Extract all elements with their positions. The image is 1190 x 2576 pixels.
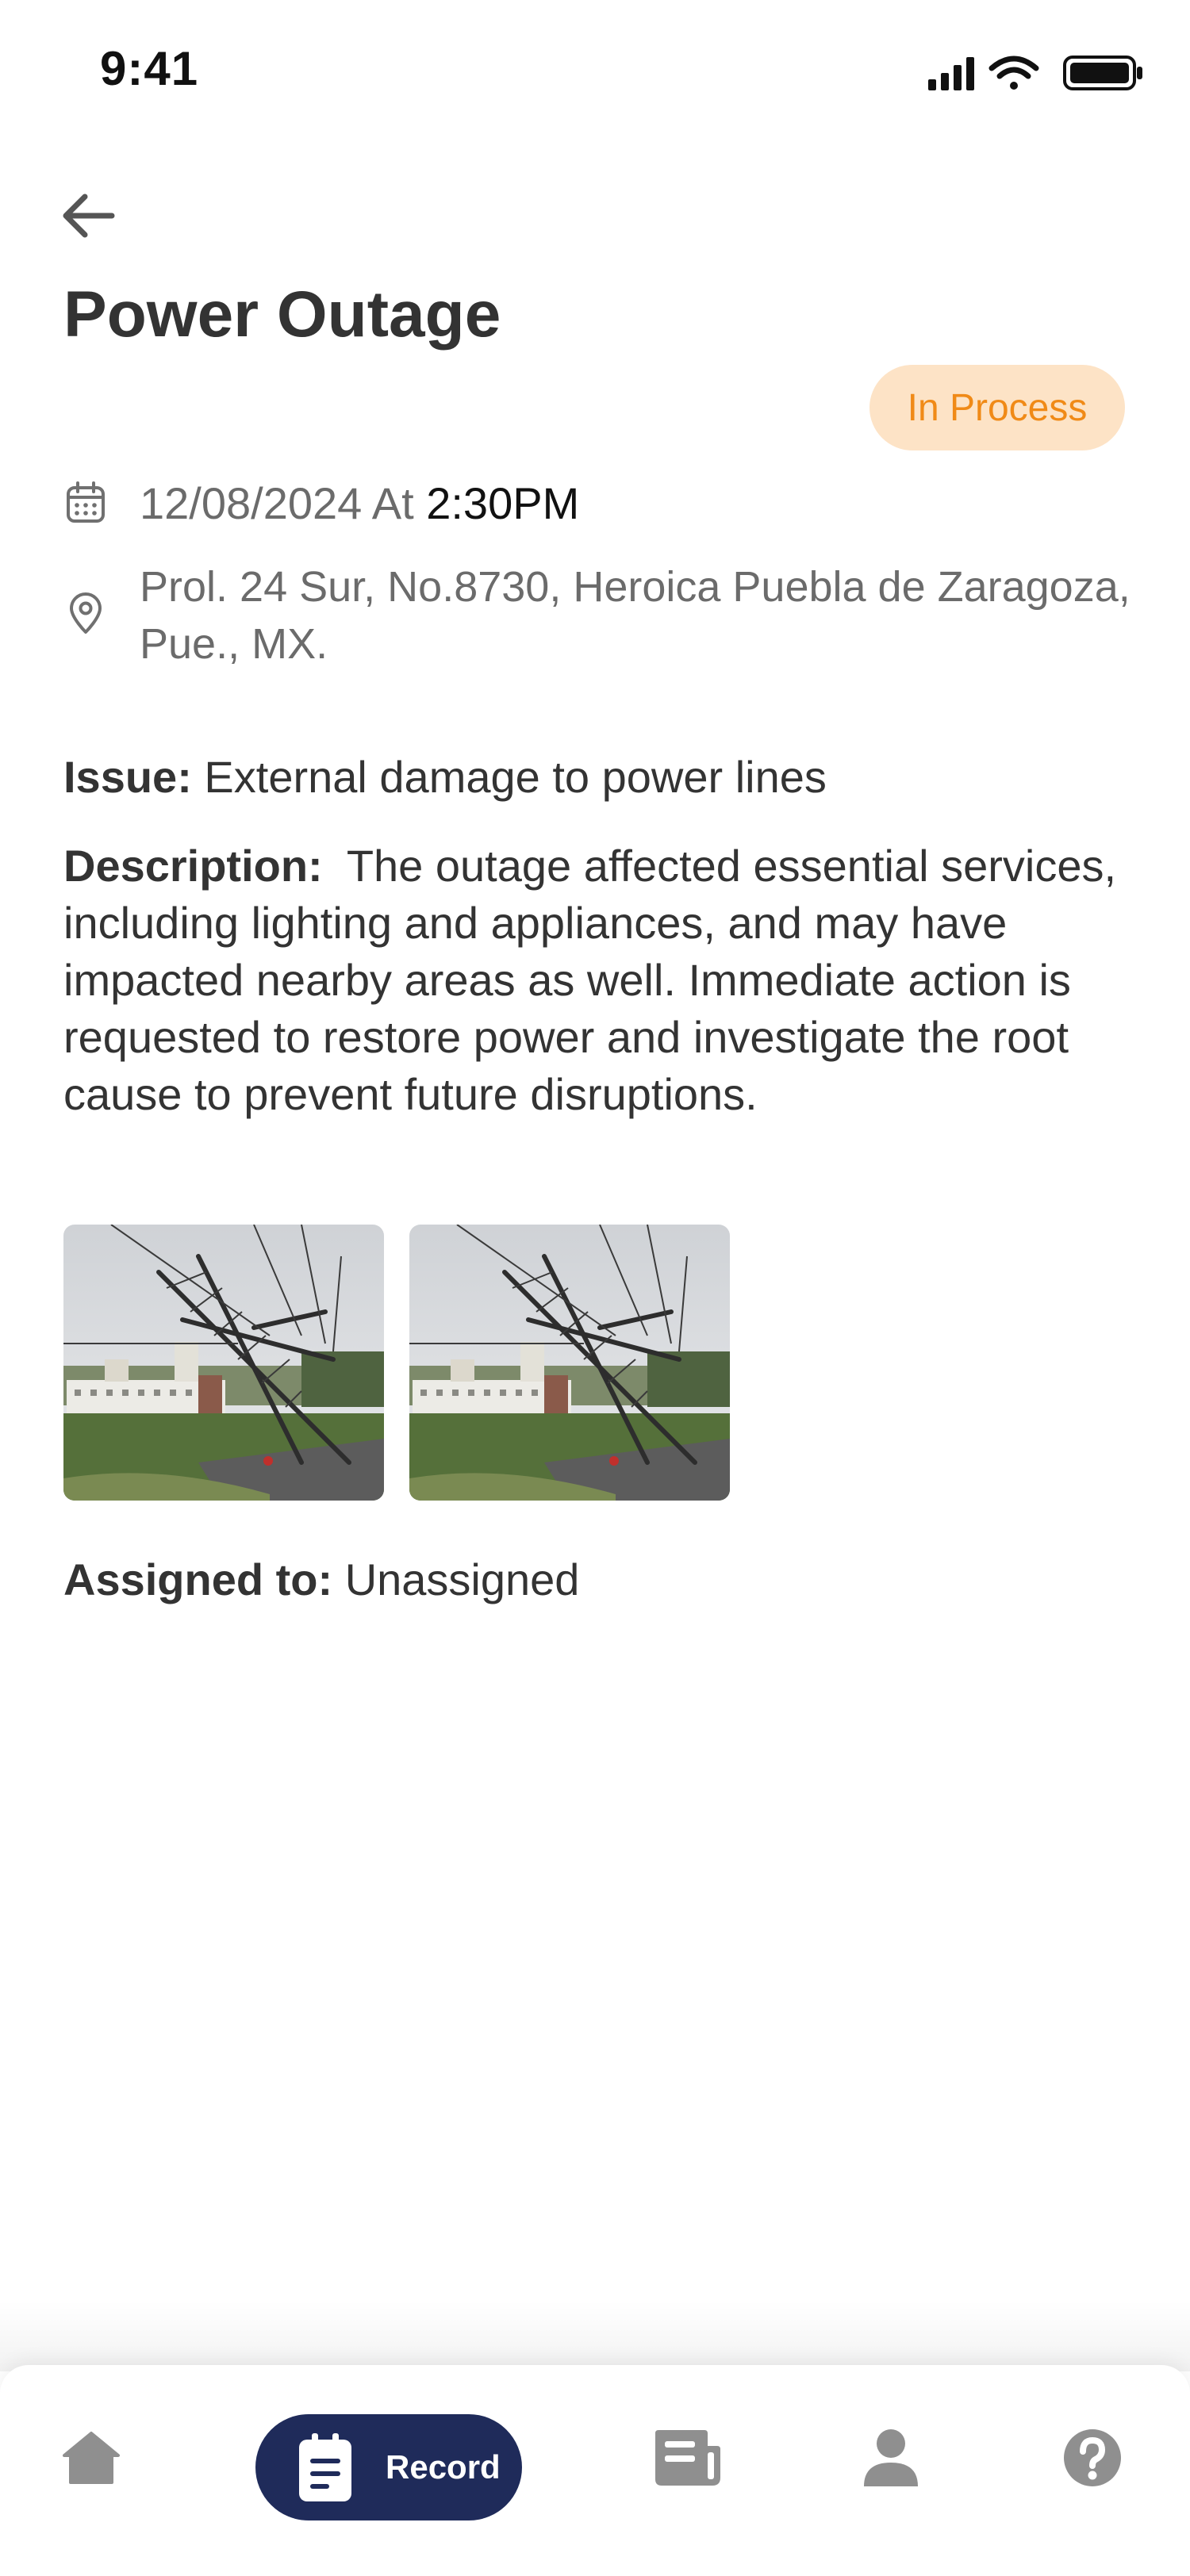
arrow-left-icon	[63, 194, 115, 238]
report-date: 12/08/2024 At	[140, 478, 414, 528]
signal-icon	[928, 57, 974, 90]
report-photo[interactable]	[409, 1225, 730, 1501]
photo-gallery	[63, 1225, 730, 1501]
bottom-nav: Record	[0, 2365, 1190, 2576]
nav-news[interactable]	[643, 2414, 730, 2501]
assigned-label: Assigned to:	[63, 1554, 333, 1604]
record-icon	[295, 2431, 355, 2504]
issue-label: Issue:	[63, 752, 192, 802]
location-pin-icon	[63, 592, 108, 636]
nav-home[interactable]	[48, 2414, 135, 2501]
back-button[interactable]	[54, 181, 124, 251]
report-photo[interactable]	[63, 1225, 384, 1501]
report-address: Prol. 24 Sur, No.8730, Heroica Puebla de…	[140, 563, 1130, 668]
assigned-value: Unassigned	[344, 1554, 580, 1604]
nav-help[interactable]	[1049, 2414, 1136, 2501]
report-datetime: 12/08/2024 At 2:30PM	[140, 476, 579, 531]
issue-value: External damage to power lines	[204, 752, 827, 802]
news-icon	[655, 2430, 720, 2486]
status-bar: 9:41	[0, 0, 1190, 143]
description-label: Description:	[63, 841, 323, 891]
assigned-field: Assigned to: Unassigned	[63, 1551, 1119, 1608]
help-icon	[1064, 2429, 1121, 2486]
nav-record-label: Record	[386, 2448, 501, 2486]
description-field: Description: The outage affected essenti…	[63, 838, 1119, 1123]
address-row: Prol. 24 Sur, No.8730, Heroica Puebla de…	[63, 558, 1155, 673]
nav-record[interactable]: Record	[255, 2414, 522, 2520]
calendar-icon	[63, 481, 108, 525]
nav-profile[interactable]	[847, 2414, 935, 2501]
report-time: 2:30PM	[426, 478, 580, 528]
status-time: 9:41	[100, 42, 199, 95]
nav-shadow	[0, 2300, 1190, 2371]
wifi-icon	[988, 56, 1039, 90]
date-row: 12/08/2024 At 2:30PM	[63, 476, 579, 531]
home-icon	[63, 2432, 120, 2484]
status-icons	[928, 56, 1142, 90]
status-badge: In Process	[869, 365, 1125, 450]
profile-icon	[864, 2429, 918, 2486]
battery-icon	[1063, 56, 1142, 90]
page-title: Power Outage	[63, 278, 501, 351]
issue-field: Issue: External damage to power lines	[63, 749, 1119, 806]
